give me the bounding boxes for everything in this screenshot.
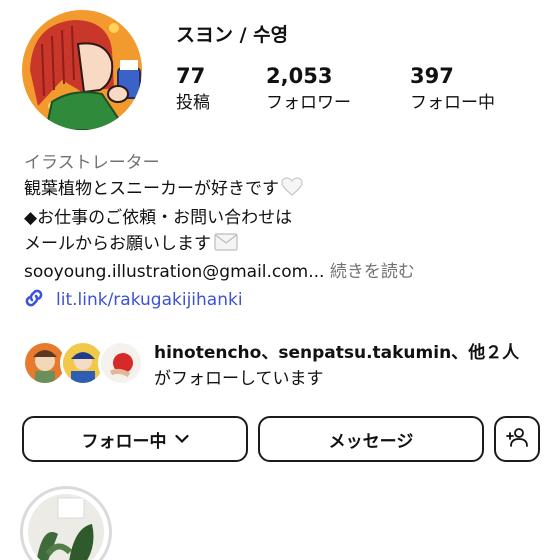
story-highlight[interactable]	[20, 486, 112, 560]
followers-count-label: フォロワー	[266, 93, 351, 113]
posts-count[interactable]: 77 投稿	[176, 64, 210, 116]
message-button[interactable]: メッセージ	[258, 416, 484, 462]
following-count[interactable]: 397 フォロー中	[410, 64, 495, 116]
bio-line-1: 観葉植物とスニーカーが好きです	[24, 176, 544, 205]
mutual-names: hinotencho、senpatsu.takumin、	[154, 343, 469, 363]
avatar-illustration	[22, 10, 142, 130]
bio-line-3-text: メールからお願いします	[24, 234, 211, 254]
followers-count[interactable]: 2,053 フォロワー	[266, 64, 351, 116]
bio-line-3: メールからお願いします	[24, 231, 544, 259]
white-heart-icon	[281, 177, 303, 205]
following-count-label: フォロー中	[410, 93, 495, 113]
bio-category: イラストレーター	[24, 153, 160, 173]
mutual-followers-line2: がフォローしています	[154, 369, 324, 389]
mutual-avatar-3	[98, 340, 144, 386]
story-highlight-image	[28, 494, 104, 560]
profile-link[interactable]: lit.link/rakugakijihanki	[22, 286, 243, 314]
link-text: lit.link/rakugakijihanki	[56, 290, 243, 310]
bio-line-1-text: 観葉植物とスニーカーが好きです	[24, 179, 279, 199]
followers-count-value: 2,053	[266, 64, 333, 88]
following-count-value: 397	[410, 64, 454, 88]
bio-line-2: ◆お仕事のご依頼・お問い合わせは	[24, 208, 293, 228]
message-button-label: メッセージ	[328, 431, 414, 452]
posts-count-value: 77	[176, 64, 206, 88]
link-icon	[22, 286, 46, 314]
posts-count-label: 投稿	[176, 93, 210, 113]
chevron-down-icon	[174, 429, 189, 449]
envelope-icon	[214, 233, 238, 259]
add-person-button[interactable]	[494, 416, 540, 462]
add-person-icon	[505, 426, 529, 453]
following-button[interactable]: フォロー中	[22, 416, 248, 462]
profile-bio: イラストレーター 観葉植物とスニーカーが好きです ◆お仕事のご依頼・お問い合わせ…	[24, 150, 544, 285]
bio-email: sooyoung.illustration@gmail.com...	[24, 262, 325, 282]
bio-line-email: sooyoung.illustration@gmail.com... 続きを読む	[24, 259, 544, 285]
profile-avatar[interactable]	[22, 10, 142, 130]
mutual-followers-text[interactable]: hinotencho、senpatsu.takumin、他２人 がフォローしてい…	[154, 340, 519, 392]
following-button-label: フォロー中	[81, 431, 167, 452]
read-more-link[interactable]: 続きを読む	[330, 262, 415, 282]
profile-username: スヨン / 수영	[176, 24, 289, 46]
mutual-others: 他２人	[468, 343, 520, 363]
